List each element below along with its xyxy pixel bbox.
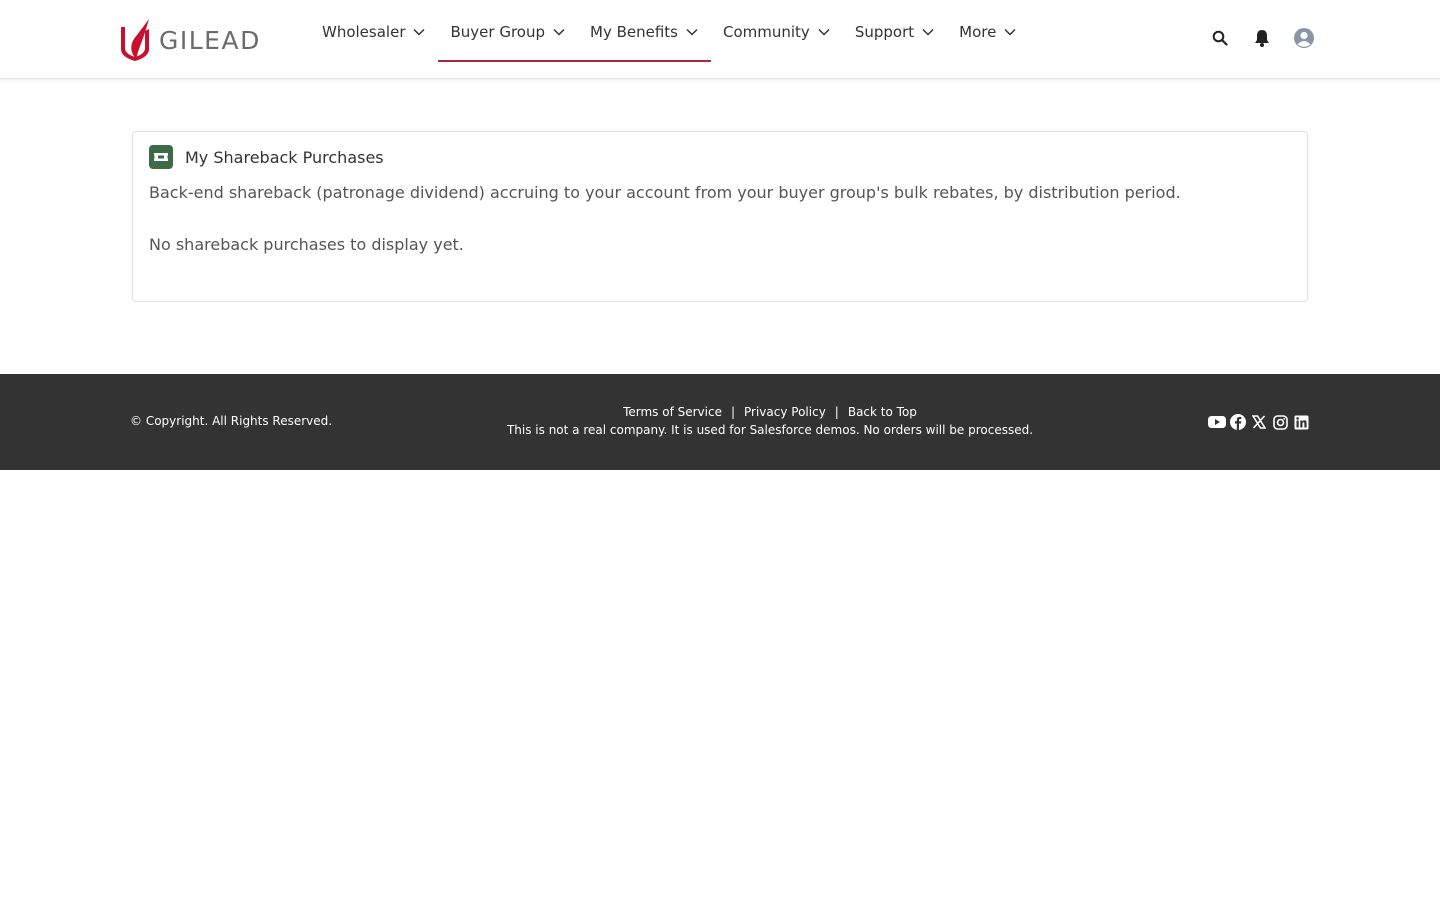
card-description: Back-end shareback (patronage dividend) … bbox=[149, 183, 1181, 202]
nav-label: My Benefits bbox=[590, 22, 678, 41]
chevron-down-icon bbox=[1004, 28, 1016, 36]
link-separator: | bbox=[834, 405, 839, 419]
nav-more[interactable]: More bbox=[947, 0, 1029, 63]
nav-buyer-group[interactable]: Buyer Group bbox=[438, 0, 578, 63]
nav-community[interactable]: Community bbox=[711, 0, 843, 63]
privacy-policy-link[interactable]: Privacy Policy bbox=[744, 405, 826, 419]
empty-state-message: No shareback purchases to display yet. bbox=[149, 235, 464, 254]
nav-label: More bbox=[959, 22, 997, 41]
nav-wholesaler[interactable]: Wholesaler bbox=[310, 0, 438, 63]
facebook-icon[interactable] bbox=[1229, 413, 1247, 431]
chevron-down-icon bbox=[922, 28, 934, 36]
card-title: My Shareback Purchases bbox=[185, 147, 384, 167]
bell-icon[interactable] bbox=[1250, 26, 1274, 50]
gilead-logo-icon bbox=[121, 19, 149, 61]
shareback-card: My Shareback Purchases Back-end sharebac… bbox=[132, 131, 1308, 302]
nav-label: Support bbox=[854, 22, 915, 41]
social-links bbox=[1208, 413, 1310, 431]
search-icon[interactable] bbox=[1208, 26, 1232, 50]
ticket-icon bbox=[149, 145, 173, 169]
nav-label: Wholesaler bbox=[322, 22, 406, 41]
logo-text: GILEAD bbox=[159, 25, 261, 55]
nav-active-group: Buyer Group My Benefits bbox=[438, 0, 711, 78]
youtube-icon[interactable] bbox=[1208, 413, 1226, 431]
user-avatar-icon[interactable] bbox=[1292, 26, 1316, 50]
card-header: My Shareback Purchases bbox=[149, 145, 384, 169]
terms-of-service-link[interactable]: Terms of Service bbox=[623, 405, 722, 419]
nav-my-benefits[interactable]: My Benefits bbox=[578, 0, 711, 63]
header-actions bbox=[1208, 26, 1316, 50]
instagram-icon[interactable] bbox=[1271, 413, 1289, 431]
chevron-down-icon bbox=[686, 28, 698, 36]
back-to-top-link[interactable]: Back to Top bbox=[848, 405, 917, 419]
main-nav: Wholesaler Buyer Group My Benefits Commu… bbox=[310, 0, 1029, 78]
site-header: GILEAD Wholesaler Buyer Group My Benefit… bbox=[0, 0, 1440, 79]
nav-support[interactable]: Support bbox=[843, 0, 947, 63]
link-separator: | bbox=[730, 405, 736, 419]
chevron-down-icon bbox=[553, 28, 565, 36]
chevron-down-icon bbox=[413, 28, 426, 36]
chevron-down-icon bbox=[818, 28, 830, 36]
x-icon[interactable] bbox=[1250, 413, 1268, 431]
nav-label: Buyer Group bbox=[450, 22, 545, 41]
gilead-logo[interactable]: GILEAD bbox=[119, 19, 271, 61]
nav-label: Community bbox=[723, 22, 810, 41]
linkedin-icon[interactable] bbox=[1292, 413, 1310, 431]
site-footer: © Copyright. All Rights Reserved. Terms … bbox=[0, 374, 1440, 470]
